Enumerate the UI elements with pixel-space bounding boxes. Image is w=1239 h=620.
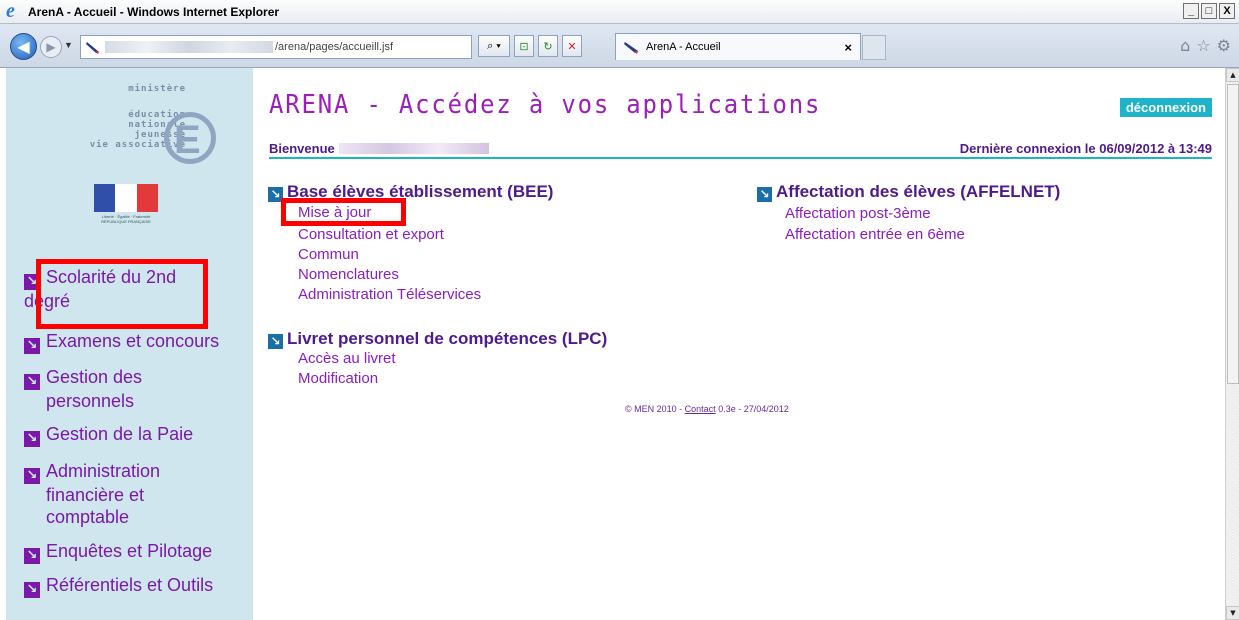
sidebar-item-label: Référentiels et Outils <box>46 575 214 595</box>
arrow-icon: ↘ <box>24 338 40 354</box>
sidebar-item-enquetes[interactable]: ↘ Enquêtes et Pilotage <box>24 540 212 564</box>
tab-label: ArenA - Accueil <box>646 41 721 53</box>
sidebar-item-label: Enquêtes et Pilotage <box>46 541 213 561</box>
sidebar-item-gestion-personnels[interactable]: ↘ Gestion des personnels <box>24 366 142 412</box>
history-dropdown-icon[interactable]: ▼ <box>64 40 73 50</box>
arrow-icon: ↘ <box>24 374 40 390</box>
footer-copyright: © MEN 2010 - <box>625 404 685 414</box>
logout-button[interactable]: déconnexion <box>1119 98 1212 117</box>
url-host-redacted <box>105 41 273 53</box>
window-controls: _ □ X <box>1183 3 1235 19</box>
section-title-text: Affectation des élèves (AFFELNET) <box>776 182 1061 201</box>
sidebar-item-label: Gestion des <box>46 367 143 387</box>
red-highlight-box <box>281 198 406 226</box>
sidebar-item-label: Administration <box>46 461 161 481</box>
arrow-icon: ↘ <box>757 187 772 202</box>
favorites-icon[interactable]: ☆ <box>1196 36 1210 55</box>
header-divider <box>269 157 1212 159</box>
scroll-down-icon[interactable]: ▼ <box>1226 606 1239 620</box>
home-icon[interactable]: ⌂ <box>1180 36 1190 55</box>
link-modification[interactable]: Modification <box>298 370 378 387</box>
sidebar-item-examens[interactable]: ↘ Examens et concours <box>24 330 219 354</box>
link-affectation-entree-6eme[interactable]: Affectation entrée en 6ème <box>785 226 965 243</box>
window-title-bar: e ArenA - Accueil - Windows Internet Exp… <box>0 0 1239 24</box>
tab-close-icon[interactable]: × <box>844 40 852 55</box>
contact-link[interactable]: Contact <box>685 404 716 414</box>
page-title: ARENA - Accédez à vos applications <box>269 90 822 120</box>
window-title: ArenA - Accueil - Windows Internet Explo… <box>28 4 280 19</box>
forward-icon[interactable]: ▶ <box>40 36 62 58</box>
link-nomenclatures[interactable]: Nomenclatures <box>298 266 399 283</box>
search-icon[interactable]: ⌕ ▾ <box>478 35 510 57</box>
sidebar-item-administration-financiere[interactable]: ↘ Administration financière et comptable <box>24 460 160 528</box>
vertical-scrollbar[interactable]: ▲ ▼ <box>1225 68 1239 620</box>
sidebar-item-referentiels[interactable]: ↘ Référentiels et Outils <box>24 574 213 598</box>
section-title-affelnet: ↘ Affectation des élèves (AFFELNET) <box>757 182 1060 202</box>
browser-toolbar: ◀ ▶ ▼ /arena/pages/accueill.jsf ⌕ ▾ ⊡ ↻ … <box>0 24 1239 68</box>
link-affectation-post-3eme[interactable]: Affectation post-3ème <box>785 205 931 222</box>
sidebar-item-gestion-paie[interactable]: ↘ Gestion de la Paie <box>24 423 193 447</box>
address-tools: ⌕ ▾ ⊡ ↻ ✕ <box>478 35 582 57</box>
footer-version: 0.3e - 27/04/2012 <box>715 404 789 414</box>
scroll-up-icon[interactable]: ▲ <box>1226 68 1239 82</box>
sidebar-item-label: Gestion de la Paie <box>46 424 194 444</box>
footer: © MEN 2010 - Contact 0.3e - 27/04/2012 <box>625 404 789 414</box>
arrow-icon: ↘ <box>24 431 40 447</box>
site-favicon-icon <box>85 39 101 55</box>
minimize-button[interactable]: _ <box>1183 3 1199 19</box>
arrow-icon: ↘ <box>268 334 283 349</box>
browser-right-icons: ⌂ ☆ ⚙ <box>1180 36 1231 55</box>
link-administration-teleservices[interactable]: Administration Téléservices <box>298 286 481 303</box>
logo-line-4: vie associative <box>89 140 186 150</box>
url-text: /arena/pages/accueill.jsf <box>275 41 394 53</box>
section-title-lpc: ↘ Livret personnel de compétences (LPC) <box>268 329 607 349</box>
refresh-icon[interactable]: ↻ <box>538 35 558 57</box>
ie-logo-icon: e <box>6 0 15 22</box>
logo-e-letter: E <box>174 118 201 162</box>
marianne-flag-icon <box>94 184 158 212</box>
tab-favicon-icon <box>624 42 638 54</box>
arrow-icon: ↘ <box>24 548 40 564</box>
close-window-button[interactable]: X <box>1219 3 1235 19</box>
settings-icon[interactable]: ⚙ <box>1217 36 1231 55</box>
red-highlight-box <box>36 259 208 329</box>
tab-arena-accueil[interactable]: ArenA - Accueil × <box>615 33 861 60</box>
scroll-thumb[interactable] <box>1227 84 1239 384</box>
link-acces-livret[interactable]: Accès au livret <box>298 350 396 367</box>
back-icon[interactable]: ◀ <box>10 33 37 60</box>
arrow-icon: ↘ <box>24 468 40 484</box>
link-consultation-export[interactable]: Consultation et export <box>298 226 444 243</box>
maximize-button[interactable]: □ <box>1201 3 1217 19</box>
sidebar-item-label-3: comptable <box>46 507 130 527</box>
logo-ministere: ministère <box>128 84 186 94</box>
username-redacted <box>338 143 489 154</box>
republique-francaise-text: Liberté · Égalité · Fraternité RÉPUBLIQU… <box>101 214 151 224</box>
sidebar: ministère éducation nationale jeunesse v… <box>0 68 253 620</box>
section-title-text: Livret personnel de compétences (LPC) <box>287 329 608 348</box>
last-connection-text: Dernière connexion le 06/09/2012 à 13:49 <box>959 141 1212 156</box>
address-bar[interactable]: /arena/pages/accueill.jsf <box>80 35 472 59</box>
stop-icon[interactable]: ✕ <box>562 35 582 57</box>
compat-view-icon[interactable]: ⊡ <box>514 35 534 57</box>
new-tab-button[interactable] <box>862 35 886 60</box>
sidebar-item-label-2: financière et <box>46 485 145 505</box>
sidebar-item-label: Examens et concours <box>46 331 220 351</box>
arrow-icon: ↘ <box>24 582 40 598</box>
sidebar-item-label-2: personnels <box>46 391 135 411</box>
main-content: ARENA - Accédez à vos applications décon… <box>253 68 1225 620</box>
welcome-text: Bienvenue <box>269 141 489 156</box>
logo-line-1: éducation <box>128 110 186 120</box>
link-commun[interactable]: Commun <box>298 246 359 263</box>
welcome-label: Bienvenue <box>269 141 335 156</box>
